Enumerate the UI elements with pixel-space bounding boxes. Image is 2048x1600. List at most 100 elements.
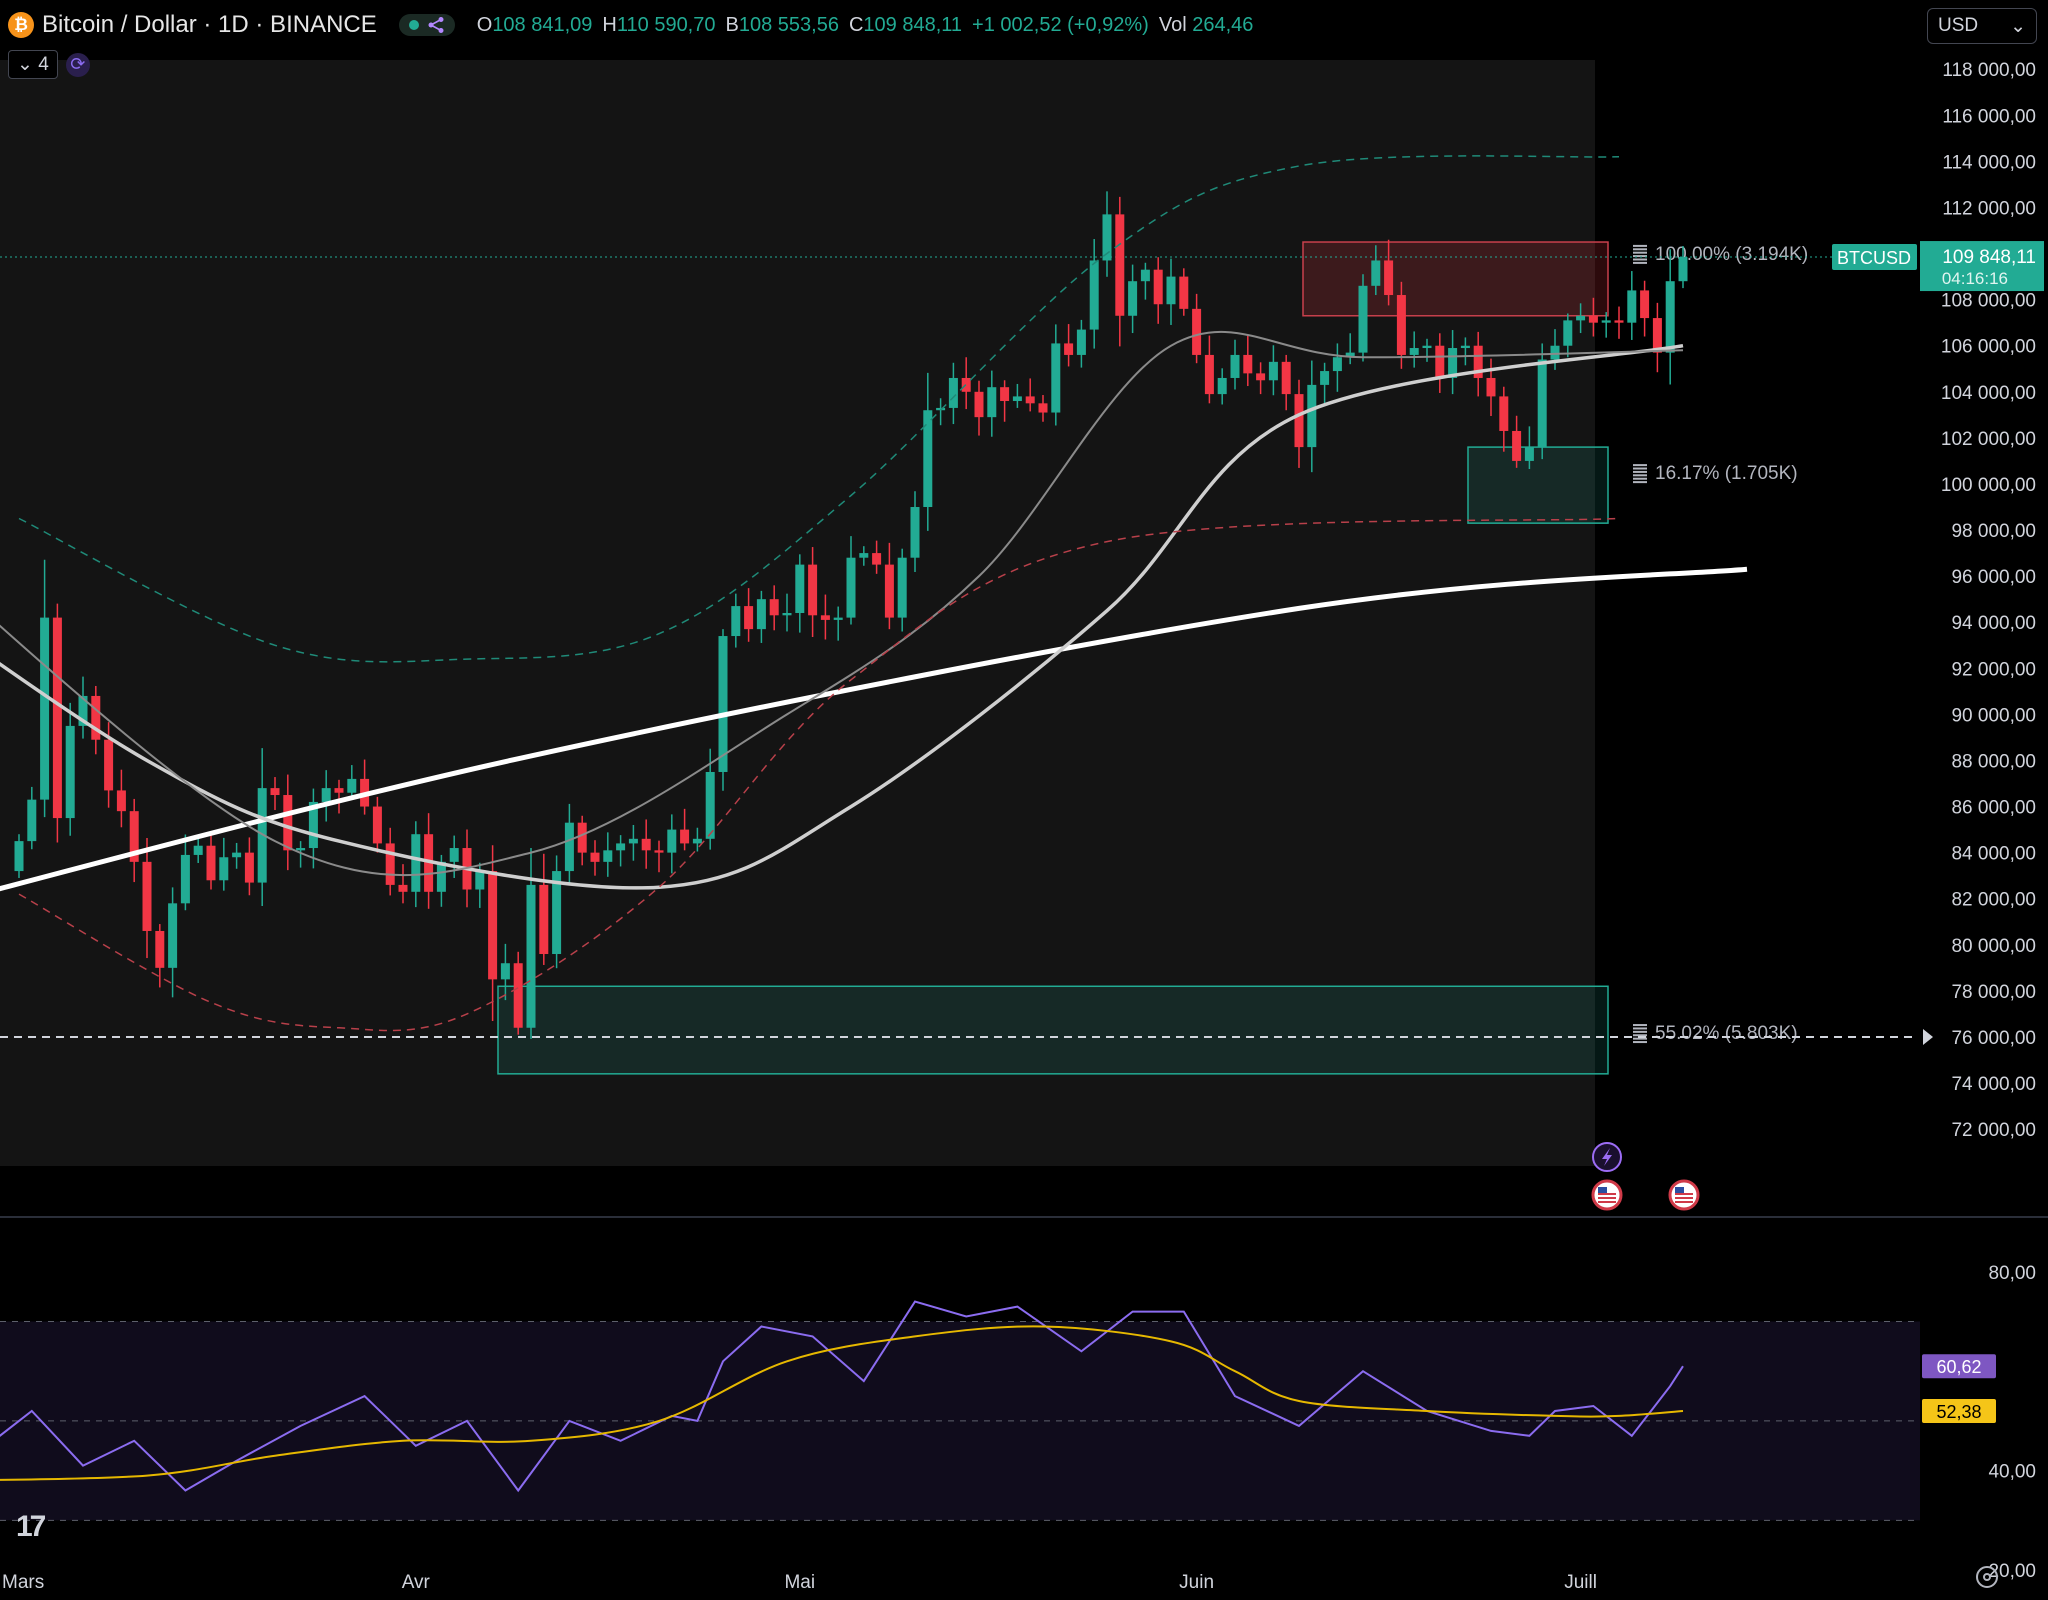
price-pane: 100.00% (3.194K) 16.17% (1.705K) 55.02% (5… (0, 60, 2048, 1218)
candle-body (1012, 396, 1022, 402)
candle-body (756, 599, 766, 630)
y-tick-label: 102 000,00 (1941, 429, 2036, 450)
candle-body (833, 617, 843, 620)
candle-body (910, 507, 920, 558)
candle-body (1601, 320, 1611, 323)
candle-body (1166, 276, 1176, 305)
y-tick-label: 78 000,00 (1951, 982, 2036, 1003)
y-tick-label: 116 000,00 (1942, 106, 2036, 127)
candle-body (820, 615, 830, 620)
candle-body (1524, 447, 1534, 461)
candle-body (283, 795, 293, 851)
y-tick-label: 106 000,00 (1941, 337, 2036, 358)
candle-body (1486, 377, 1496, 397)
candle-body (1435, 345, 1445, 378)
flag-canton (1675, 1187, 1684, 1193)
y-tick-label: 114 000,00 (1942, 152, 2036, 173)
candle-body (667, 829, 677, 853)
indicators-toggle-button[interactable]: ⌄ 4 (8, 50, 58, 79)
zone-stack-icon (1633, 1027, 1647, 1030)
ohlc-open: O108 841,09 (476, 13, 593, 36)
y-tick-label: 118 000,00 (1942, 60, 2036, 81)
candle-body (40, 617, 50, 800)
zone-stack-icon (1633, 477, 1647, 480)
candle-body (692, 838, 702, 844)
candle-body (500, 963, 510, 980)
candle-body (1025, 396, 1035, 404)
flag-canton (1598, 1187, 1607, 1193)
candle-body (1550, 345, 1560, 360)
candle-body (1332, 357, 1342, 372)
zone-stack-icon (1633, 474, 1647, 477)
candle-body (385, 843, 395, 885)
currency-select[interactable]: USD ⌄ (1927, 8, 2037, 44)
symbol-tag-text: BTCUSD (1837, 248, 1911, 268)
candle-body (1140, 269, 1150, 282)
candle-body (577, 822, 587, 853)
candle-body (1217, 377, 1227, 395)
candle-body (526, 884, 536, 1028)
symbol-title[interactable]: Bitcoin / Dollar · 1D · BINANCE (42, 11, 377, 39)
candle-body (372, 806, 382, 844)
candle-body (1422, 345, 1432, 349)
flag-stripe (1675, 1197, 1693, 1199)
settings-icon[interactable] (1976, 1566, 1998, 1588)
zone-label: 55.02% (5.803K) (1655, 1023, 1798, 1044)
candle-body (244, 852, 254, 883)
x-tick-label: Mars (2, 1572, 44, 1593)
candle-body (603, 850, 613, 862)
zone-stack-icon (1633, 464, 1647, 467)
candle-body (884, 564, 894, 618)
candle-body (334, 788, 344, 793)
tradingview-logo[interactable]: 17 (16, 1510, 46, 1544)
y-tick-label: 72 000,00 (1951, 1120, 2036, 1141)
indicator-toolbar: ⌄ 4 ⟳ (8, 50, 90, 79)
flag-stripe (1675, 1193, 1693, 1195)
candle-body (1396, 295, 1406, 355)
market-open-dot (408, 20, 419, 30)
candle-body (104, 739, 114, 791)
candle-body (436, 861, 446, 892)
candle-body (270, 788, 280, 796)
market-status[interactable] (398, 14, 455, 36)
candle-body (680, 829, 690, 844)
candle-body (539, 884, 549, 955)
candle-body (1576, 315, 1586, 321)
price-change: +1 002,52 (+0,92%) (972, 13, 1149, 36)
ohlc-high: H110 590,70 (602, 13, 716, 36)
candle-body (513, 963, 523, 1028)
y-tick-label: 100 000,00 (1941, 475, 2036, 496)
zone-stack-icon (1633, 1034, 1647, 1037)
candle-body (641, 838, 651, 851)
candle-body (782, 613, 792, 616)
candle-body (193, 845, 203, 855)
candle-body (321, 788, 331, 802)
candle-body (872, 553, 882, 565)
candle-body (961, 377, 971, 392)
candle-body (987, 387, 997, 418)
share-icon (428, 17, 444, 33)
zone-box (497, 985, 1609, 1075)
flag-stripe (1598, 1201, 1616, 1203)
zone-box (1467, 446, 1609, 524)
price-chart[interactable]: 100.00% (3.194K) 16.17% (1.705K) 55.02% (5… (0, 0, 2048, 1600)
flag-stripe (1598, 1197, 1616, 1199)
candle-body (488, 871, 498, 980)
candle-body (590, 852, 600, 862)
y-tick-label: 84 000,00 (1951, 844, 2036, 865)
currency-value: USD (1938, 15, 1979, 36)
rsi-tick-label: 40,00 (1988, 1462, 2036, 1483)
zone-stack-icon (1633, 261, 1647, 264)
candle-body (232, 852, 242, 858)
candle-body (1064, 343, 1074, 355)
candle-body (14, 841, 24, 872)
sync-icon[interactable]: ⟳ (65, 52, 90, 77)
y-tick-label: 96 000,00 (1951, 567, 2036, 588)
candle-body (1038, 403, 1048, 413)
chevron-down-icon: ⌄ (2010, 15, 2026, 37)
candle-body (846, 557, 856, 618)
price-axis: 72 000,00 74 000,00 76 000,00 78 000,00 80 0… (1941, 60, 2036, 1141)
candle-body (1627, 290, 1637, 323)
candle-body (1588, 315, 1598, 323)
candle-body (1320, 371, 1330, 385)
